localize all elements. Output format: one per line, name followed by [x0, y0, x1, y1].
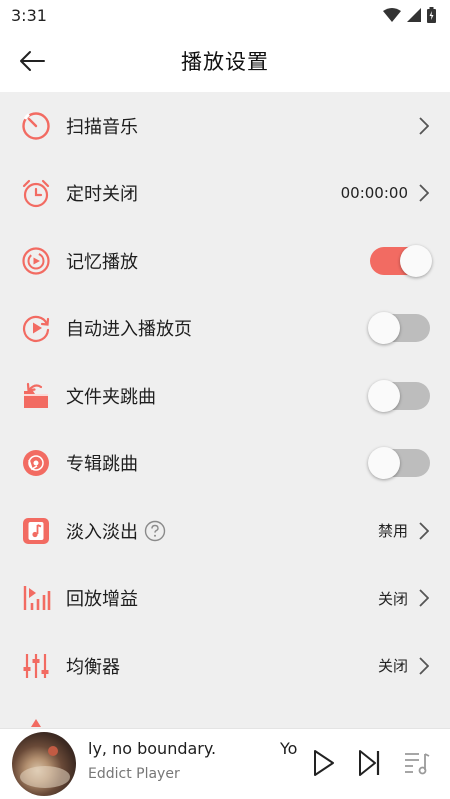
chevron-right-icon [418, 656, 430, 676]
folder-skip-toggle[interactable] [368, 379, 430, 412]
fade-music-icon [20, 515, 52, 547]
mini-player: ly, no boundary. Yo Eddict Player [0, 728, 450, 799]
scan-icon [20, 110, 52, 142]
setting-label: 专辑跳曲 [66, 454, 138, 476]
setting-row-album-skip[interactable]: 专辑跳曲 [0, 430, 450, 498]
skip-next-icon [359, 750, 380, 776]
settings-list: 扫描音乐 定时关闭 00:00:00 记忆播放 自动进入播放页 文件夹跳曲 专辑… [0, 92, 450, 728]
setting-row-replay-gain[interactable]: 回放增益 关闭 [0, 565, 450, 633]
setting-right [368, 379, 430, 412]
app-header: 播放设置 [0, 30, 450, 92]
setting-row-equalizer[interactable]: 均衡器 关闭 [0, 632, 450, 700]
chevron-right-icon [418, 183, 430, 203]
setting-value: 关闭 [377, 589, 408, 608]
play-button[interactable] [308, 747, 340, 779]
setting-row-fade[interactable]: 淡入淡出 禁用 [0, 497, 450, 565]
track-title: ly, no boundary. Yo [88, 739, 300, 761]
setting-label: 自动进入播放页 [66, 319, 192, 341]
auto-play-page-icon [20, 312, 52, 344]
status-bar: 3:31 [0, 0, 450, 30]
setting-value: 关闭 [377, 657, 408, 676]
setting-row-folder-skip[interactable]: 文件夹跳曲 [0, 362, 450, 430]
setting-row-partial[interactable] [0, 700, 450, 729]
partial-setting-icon [20, 717, 52, 728]
auto-play-page-toggle[interactable] [368, 312, 430, 345]
help-question-icon[interactable] [144, 520, 166, 542]
toggle-knob [368, 447, 400, 480]
memory-play-icon [20, 245, 52, 277]
status-time: 3:31 [11, 5, 47, 25]
track-title-text-repeat: Yo [280, 739, 298, 758]
album-art-shine [20, 766, 70, 788]
setting-right [370, 244, 432, 277]
toggle-knob [368, 379, 400, 412]
playlist-icon [405, 753, 430, 775]
setting-label: 文件夹跳曲 [66, 386, 156, 408]
playlist-queue-button[interactable] [401, 747, 433, 779]
replay-gain-icon [20, 582, 52, 614]
setting-right [368, 312, 430, 345]
setting-row-sleep-timer[interactable]: 定时关闭 00:00:00 [0, 160, 450, 228]
page-title: 播放设置 [181, 50, 269, 74]
status-icons [383, 7, 436, 23]
track-info[interactable]: ly, no boundary. Yo Eddict Player [88, 739, 300, 782]
album-art-center [48, 746, 58, 756]
arrow-left-icon [20, 51, 45, 71]
album-art[interactable] [12, 732, 76, 796]
album-disc-icon [20, 447, 52, 479]
setting-label-text: 淡入淡出 [66, 521, 138, 543]
track-title-text: ly, no boundary. [88, 739, 217, 758]
next-button[interactable] [354, 747, 386, 779]
album-skip-toggle[interactable] [368, 447, 430, 480]
track-artist: Eddict Player [88, 766, 180, 782]
chevron-right-icon [418, 588, 430, 608]
setting-value: 00:00:00 [340, 184, 408, 203]
setting-row-scan-music[interactable]: 扫描音乐 [0, 92, 450, 160]
setting-right: 00:00:00 [341, 183, 430, 203]
memory-play-toggle[interactable] [370, 244, 432, 277]
folder-icon [20, 380, 52, 412]
play-icon [314, 750, 334, 776]
setting-label: 定时关闭 [66, 184, 138, 206]
toggle-knob [400, 244, 432, 277]
setting-right [368, 447, 430, 480]
setting-right [418, 116, 430, 136]
toggle-knob [368, 312, 400, 345]
setting-label: 淡入淡出 [66, 518, 166, 544]
equalizer-icon [20, 650, 52, 682]
setting-value: 禁用 [377, 522, 408, 541]
wifi-icon [383, 8, 401, 22]
setting-row-auto-play-page[interactable]: 自动进入播放页 [0, 295, 450, 363]
setting-label: 回放增益 [66, 589, 138, 611]
battery-icon [427, 7, 436, 23]
setting-row-memory-play[interactable]: 记忆播放 [0, 227, 450, 295]
setting-label: 扫描音乐 [66, 116, 138, 138]
setting-label: 均衡器 [66, 656, 120, 678]
chevron-right-icon [418, 521, 430, 541]
setting-right: 禁用 [378, 520, 430, 541]
chevron-right-icon [418, 116, 430, 136]
back-button[interactable] [14, 46, 50, 76]
setting-right: 关闭 [378, 588, 430, 609]
cellular-signal-icon [407, 8, 421, 22]
setting-label: 记忆播放 [66, 251, 138, 273]
setting-right: 关闭 [378, 655, 430, 676]
alarm-clock-icon [20, 177, 52, 209]
